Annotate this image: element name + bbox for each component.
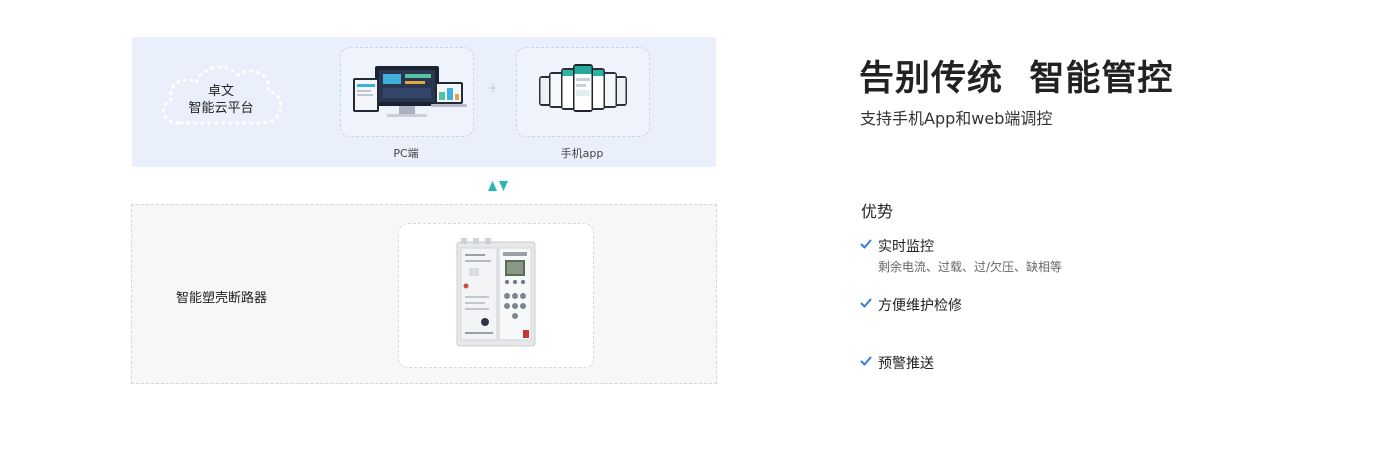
feature-description: 剩余电流、过载、过/欠压、缺相等 <box>878 260 1063 274</box>
pc-label: PC端 <box>393 147 419 160</box>
breaker-panel: 智能塑壳断路器 <box>131 204 717 384</box>
subheadline: 支持手机App和web端调控 <box>860 109 1053 128</box>
bidirectional-arrows-icon <box>488 181 508 191</box>
check-icon <box>860 298 872 308</box>
cloud-icon: 卓文 智能云平台 <box>156 61 286 133</box>
pc-screens-image <box>353 66 467 117</box>
circuit-breaker-image <box>456 238 536 347</box>
headline: 告别传统 智能管控 <box>859 59 1174 99</box>
feature-title: 方便维护检修 <box>878 298 962 314</box>
advantages-title: 优势 <box>861 202 894 221</box>
breaker-image-card <box>398 223 594 368</box>
app-device-card <box>516 47 650 137</box>
app-label: 手机app <box>560 147 604 160</box>
plus-sign: + <box>488 81 499 95</box>
feature-title: 实时监控 <box>878 239 934 255</box>
phones-image <box>539 64 627 112</box>
cloud-subtitle: 智能云平台 <box>188 101 254 116</box>
page: 卓文 智能云平台 + PC端 手机app 智能塑壳断路器 告别传统 智能管控 支… <box>0 0 1400 450</box>
feature-title: 预警推送 <box>878 356 934 372</box>
check-icon <box>860 239 872 249</box>
check-icon <box>860 356 872 366</box>
cloud-title: 卓文 <box>207 84 234 99</box>
pc-device-card <box>340 47 474 137</box>
breaker-name: 智能塑壳断路器 <box>176 291 268 306</box>
cloud-platform-panel: 卓文 智能云平台 + PC端 手机app <box>132 37 716 167</box>
